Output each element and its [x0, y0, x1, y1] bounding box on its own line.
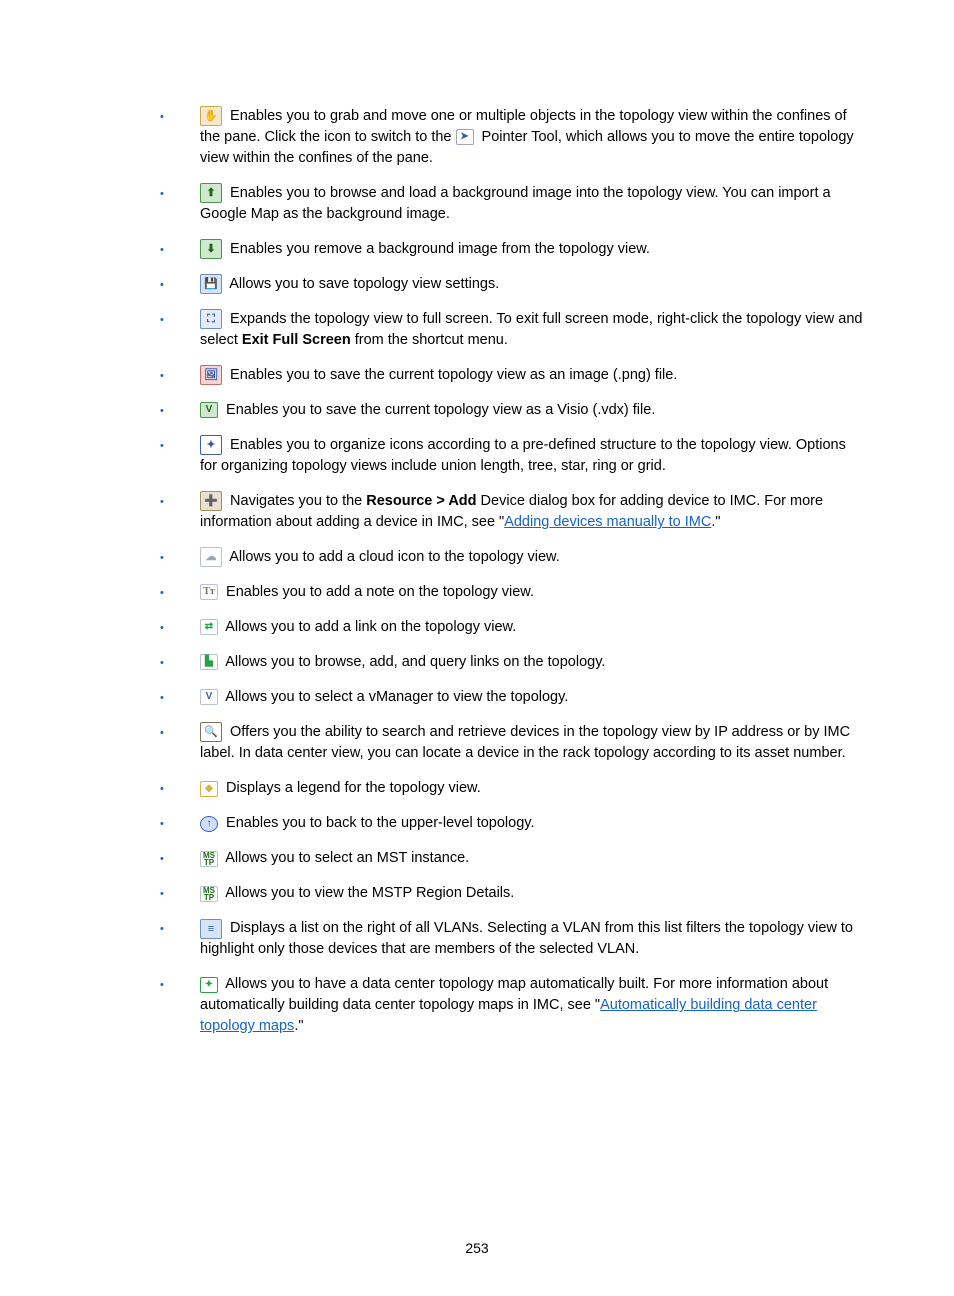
item-text: from the shortcut menu.	[351, 332, 508, 348]
page-number: 253	[0, 1240, 954, 1256]
vmanager-icon: V	[200, 689, 218, 705]
item-text: Allows you to browse, add, and query lin…	[225, 654, 605, 670]
item-text: Enables you to organize icons according …	[200, 437, 846, 474]
browse-links-icon: ▙	[200, 654, 218, 670]
document-page: ✋ Enables you to grab and move one or mu…	[0, 0, 954, 1296]
list-item: ↑ Enables you to back to the upper-level…	[160, 813, 864, 834]
add-device-icon: ➕	[200, 491, 222, 511]
item-text: Allows you to add a cloud icon to the to…	[229, 549, 559, 565]
list-item: 💾 Allows you to save topology view setti…	[160, 274, 864, 295]
list-item: ✋ Enables you to grab and move one or mu…	[160, 106, 864, 169]
item-text: Allows you to select an MST instance.	[225, 850, 469, 866]
pointer-icon: ➤	[456, 129, 474, 145]
item-text: Displays a list on the right of all VLAN…	[200, 920, 853, 957]
item-text: ."	[711, 514, 720, 530]
list-item: 🖼 Enables you to save the current topolo…	[160, 365, 864, 386]
list-item: MSTP Allows you to select an MST instanc…	[160, 848, 864, 869]
remove-bg-image-icon: ⬇	[200, 239, 222, 259]
item-text: Allows you to save topology view setting…	[229, 276, 499, 292]
item-text: Allows you to add a link on the topology…	[225, 619, 516, 635]
save-image-icon: 🖼	[200, 365, 222, 385]
search-device-icon: 🔍	[200, 722, 222, 742]
bold-text: Exit Full Screen	[242, 332, 351, 348]
list-item: Tт Enables you to add a note on the topo…	[160, 582, 864, 603]
auto-build-icon: ✦	[200, 977, 218, 993]
item-text: Enables you remove a background image fr…	[230, 241, 650, 257]
list-item: MSTP Allows you to view the MSTP Region …	[160, 883, 864, 904]
list-item: ➕ Navigates you to the Resource > Add De…	[160, 491, 864, 533]
item-text: Enables you to save the current topology…	[230, 367, 677, 383]
legend-icon: ◆	[200, 781, 218, 797]
item-text: Allows you to select a vManager to view …	[225, 689, 568, 705]
item-text: Navigates you to the	[230, 493, 366, 509]
list-item: ⬇ Enables you remove a background image …	[160, 239, 864, 260]
item-text: Enables you to save the current topology…	[226, 402, 655, 418]
item-text: Allows you to view the MSTP Region Detai…	[225, 885, 514, 901]
save-visio-icon: V	[200, 402, 218, 418]
list-item: ✦ Allows you to have a data center topol…	[160, 974, 864, 1037]
list-item: ✦ Enables you to organize icons accordin…	[160, 435, 864, 477]
item-text: ."	[294, 1018, 303, 1034]
link-adding-devices[interactable]: Adding devices manually to IMC	[504, 514, 711, 530]
save-icon: 💾	[200, 274, 222, 294]
list-item: ◆ Displays a legend for the topology vie…	[160, 778, 864, 799]
list-item: ☁ Allows you to add a cloud icon to the …	[160, 547, 864, 568]
list-item: ▙ Allows you to browse, add, and query l…	[160, 652, 864, 673]
add-link-icon: ⇄	[200, 619, 218, 635]
list-item: ⛶ Expands the topology view to full scre…	[160, 309, 864, 351]
load-bg-image-icon: ⬆	[200, 183, 222, 203]
item-text: Enables you to browse and load a backgro…	[200, 185, 831, 222]
list-item: V Enables you to save the current topolo…	[160, 400, 864, 421]
item-text: Enables you to add a note on the topolog…	[226, 584, 534, 600]
list-item: ⇄ Allows you to add a link on the topolo…	[160, 617, 864, 638]
list-item: ⬆ Enables you to browse and load a backg…	[160, 183, 864, 225]
grab-hand-icon: ✋	[200, 106, 222, 126]
list-item: 🔍 Offers you the ability to search and r…	[160, 722, 864, 764]
fullscreen-icon: ⛶	[200, 309, 222, 329]
list-item: V Allows you to select a vManager to vie…	[160, 687, 864, 708]
list-item: ≡ Displays a list on the right of all VL…	[160, 918, 864, 960]
note-icon: Tт	[200, 584, 218, 600]
vlan-list-icon: ≡	[200, 919, 222, 939]
feature-list: ✋ Enables you to grab and move one or mu…	[160, 106, 864, 1037]
organize-layout-icon: ✦	[200, 435, 222, 455]
item-text: Offers you the ability to search and ret…	[200, 724, 850, 761]
bold-text: Resource > Add	[366, 493, 476, 509]
mst-instance-icon: MSTP	[200, 851, 218, 867]
up-level-icon: ↑	[200, 816, 218, 832]
item-text: Enables you to back to the upper-level t…	[226, 815, 534, 831]
item-text: Displays a legend for the topology view.	[226, 780, 481, 796]
mstp-region-icon: MSTP	[200, 886, 218, 902]
cloud-icon: ☁	[200, 547, 222, 567]
